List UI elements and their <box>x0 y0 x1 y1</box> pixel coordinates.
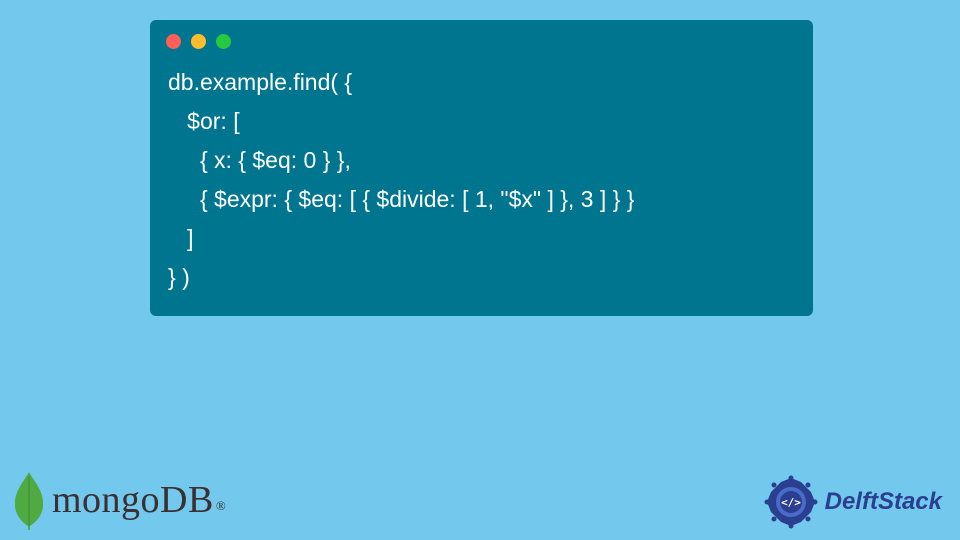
leaf-icon <box>12 470 46 530</box>
code-line: { x: { $eq: 0 } }, <box>168 147 351 173</box>
close-icon <box>166 34 181 49</box>
minimize-icon <box>191 34 206 49</box>
mongodb-logo: mongoDB® <box>12 470 224 530</box>
svg-text:</>: </> <box>781 496 801 509</box>
footer: mongoDB® </> Delf <box>0 470 960 540</box>
traffic-lights <box>150 20 813 59</box>
code-window: db.example.find( { $or: [ { x: { $eq: 0 … <box>150 20 813 316</box>
badge-icon: </> <box>763 474 819 530</box>
delftstack-text: DelftStack <box>825 488 942 516</box>
code-line: ] <box>168 225 194 251</box>
code-line: } ) <box>168 264 190 290</box>
code-line: $or: [ <box>168 108 240 134</box>
code-block: db.example.find( { $or: [ { x: { $eq: 0 … <box>150 59 813 298</box>
mongodb-text: mongoDB® <box>52 478 224 522</box>
maximize-icon <box>216 34 231 49</box>
code-line: db.example.find( { <box>168 69 352 95</box>
delftstack-logo: </> DelftStack <box>763 474 942 530</box>
code-line: { $expr: { $eq: [ { $divide: [ 1, "$x" ]… <box>168 186 634 212</box>
